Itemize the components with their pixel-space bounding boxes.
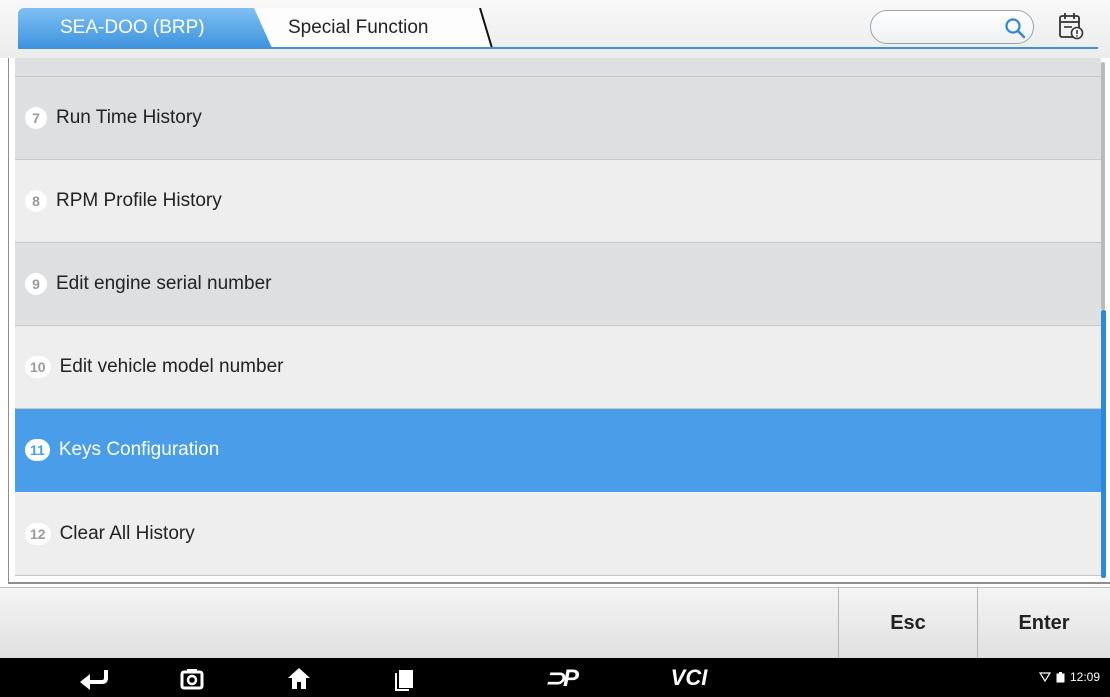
breadcrumb-brand-label: SEA-DOO (BRP) [60, 17, 205, 38]
scrollbar-thumb[interactable] [1101, 310, 1106, 578]
clock: 12:09 [1069, 670, 1100, 684]
action-bar: Esc Enter [0, 587, 1110, 659]
vci-icon[interactable]: VCI [664, 665, 714, 691]
calendar-alert-icon[interactable] [1058, 11, 1084, 41]
scrollbar-track[interactable] [1101, 62, 1105, 310]
dp-logo-icon[interactable]: ⊃P [531, 665, 591, 692]
status-area: 12:09 [1038, 670, 1100, 684]
search-icon[interactable] [1003, 16, 1027, 40]
breadcrumb-tab-brand[interactable]: SEA-DOO (BRP) [18, 8, 274, 48]
top-bar: SEA-DOO (BRP) Special Function [0, 0, 1110, 58]
esc-button[interactable]: Esc [838, 588, 977, 659]
breadcrumb-tab-special-function[interactable]: Special Function [254, 8, 494, 48]
back-icon[interactable] [76, 665, 112, 691]
tab-underline [18, 47, 1098, 49]
battery-icon [1056, 671, 1065, 682]
list-frame [8, 58, 1110, 584]
camera-icon[interactable] [179, 665, 205, 691]
enter-button[interactable]: Enter [977, 588, 1110, 659]
search-input[interactable] [870, 10, 1034, 44]
recents-icon[interactable] [392, 665, 418, 691]
breadcrumb-special-function-label: Special Function [288, 17, 429, 38]
system-nav-bar: ⊃P VCI 12:09 [0, 658, 1110, 697]
wifi-icon [1038, 672, 1051, 682]
breadcrumb-divider-icon [479, 8, 493, 48]
home-icon[interactable] [286, 665, 312, 691]
